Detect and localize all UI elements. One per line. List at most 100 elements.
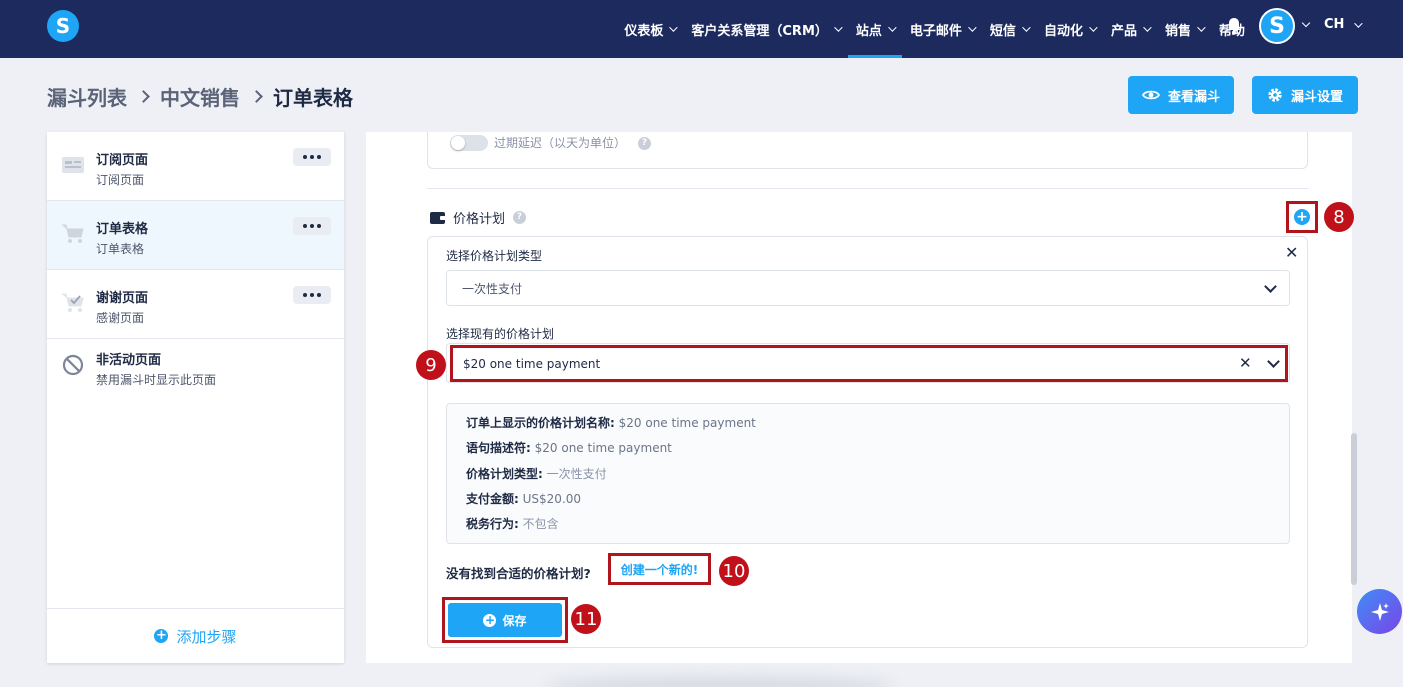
chevron-down-icon	[1264, 280, 1277, 293]
ai-assistant-button[interactable]	[1357, 589, 1402, 634]
top-navbar: S 仪表板 客户关系管理（CRM） 站点 电子邮件 短信 自动化 产品 销售 帮…	[0, 0, 1403, 58]
chevron-down-icon	[1143, 23, 1152, 32]
nav-sms[interactable]: 短信	[982, 0, 1036, 58]
form-page-icon	[62, 157, 84, 173]
nav-dashboard-label: 仪表板	[624, 23, 664, 39]
nav-products[interactable]: 产品	[1103, 0, 1157, 58]
save-label: 保存	[502, 613, 527, 628]
scrollbar-thumb[interactable]	[1351, 433, 1357, 585]
step-badge-11: 11	[571, 604, 601, 634]
eye-icon	[1141, 90, 1160, 100]
step-badge-9: 9	[416, 350, 446, 380]
nav-sites-label: 站点	[855, 23, 882, 39]
step-order-form[interactable]: 订单表格 订单表格	[47, 201, 344, 270]
step-thank-you-page[interactable]: 谢谢页面 感谢页面	[47, 270, 344, 339]
nav-dashboard[interactable]: 仪表板	[616, 0, 683, 58]
chevron-down-icon	[1022, 23, 1031, 32]
step-badge-8: 8	[1324, 202, 1354, 232]
chevron-down-icon[interactable]	[1301, 18, 1311, 28]
nav-automation[interactable]: 自动化	[1036, 0, 1103, 58]
expiry-delay-toggle[interactable]	[450, 135, 488, 151]
clear-icon[interactable]: ✕	[1239, 354, 1252, 372]
save-highlight: + 保存	[442, 597, 568, 643]
create-new-plan-link[interactable]: 创建一个新的!	[608, 553, 711, 585]
price-plan-section-title: 价格计划 ?	[430, 208, 527, 227]
chevron-down-icon	[669, 23, 679, 32]
app-logo[interactable]: S	[47, 10, 79, 42]
nav-sites[interactable]: 站点	[847, 0, 902, 58]
detail-row-tax: 税务行为: 不包含	[466, 517, 559, 532]
funnel-settings-button[interactable]: 漏斗设置	[1252, 76, 1358, 114]
step-title: 非活动页面	[96, 353, 162, 368]
plan-type-select[interactable]: 一次性支付	[446, 270, 1290, 306]
plus-circle-icon: +	[483, 612, 497, 627]
chevron-down-icon	[888, 23, 897, 32]
nav-email[interactable]: 电子邮件	[902, 0, 982, 58]
language-label: CH	[1324, 17, 1345, 32]
expiry-settings-card: 过期延迟（以天为单位） ?	[427, 132, 1308, 169]
user-avatar[interactable]: S	[1259, 8, 1295, 44]
nav-crm-label: 客户关系管理（CRM）	[691, 23, 828, 39]
bell-icon[interactable]	[1226, 17, 1242, 35]
gear-icon	[1268, 88, 1282, 102]
wallet-icon	[430, 211, 446, 224]
breadcrumb-chinese-sales[interactable]: 中文销售	[160, 82, 240, 111]
step-subtitle: 订阅页面	[96, 173, 145, 187]
chevron-down-icon	[834, 23, 843, 32]
sparkle-icon	[1370, 602, 1389, 621]
detail-row-amount: 支付金额: US$20.00	[466, 491, 582, 506]
chevron-down-icon	[1089, 23, 1098, 32]
add-step-label: 添加步骤	[176, 627, 237, 646]
help-icon[interactable]: ?	[638, 137, 651, 150]
more-options-button[interactable]	[293, 217, 331, 235]
breadcrumb-funnel-list[interactable]: 漏斗列表	[47, 82, 127, 111]
view-funnel-button[interactable]: 查看漏斗	[1128, 76, 1234, 114]
chevron-down-icon	[1354, 18, 1364, 28]
close-icon[interactable]: ✕	[1285, 243, 1298, 262]
existing-plan-select[interactable]: $20 one time payment ✕	[450, 345, 1288, 382]
help-icon[interactable]: ?	[513, 211, 527, 224]
bottom-shadow	[545, 676, 895, 687]
step-subtitle: 禁用漏斗时显示此页面	[96, 373, 217, 387]
chevron-down-icon[interactable]	[1267, 355, 1280, 368]
nav-sms-label: 短信	[989, 23, 1016, 39]
existing-plan-value: $20 one time payment	[463, 357, 601, 371]
nav-sales[interactable]: 销售	[1157, 0, 1211, 58]
nav-crm[interactable]: 客户关系管理（CRM）	[683, 0, 848, 58]
more-options-button[interactable]	[293, 286, 331, 304]
chevron-right-icon	[137, 90, 150, 103]
funnel-steps-sidebar: 订阅页面 订阅页面 订单表格 订单表格 谢谢页面 感谢页面 非活动页面 禁用漏斗…	[47, 132, 344, 663]
step-inactive-page[interactable]: 非活动页面 禁用漏斗时显示此页面	[47, 339, 344, 408]
step-badge-10: 10	[719, 556, 749, 586]
add-step-button[interactable]: + 添加步骤	[47, 608, 344, 663]
funnel-settings-label: 漏斗设置	[1290, 89, 1343, 105]
more-options-button[interactable]	[293, 148, 331, 166]
detail-row-descriptor: 语句描述符: $20 one time payment	[466, 441, 672, 456]
breadcrumb: 漏斗列表 中文销售 订单表格	[47, 82, 353, 111]
divider	[427, 188, 1308, 189]
plus-circle-icon: +	[154, 628, 169, 643]
plan-details-box: 订单上显示的价格计划名称: $20 one time payment 语句描述符…	[446, 403, 1290, 544]
step-subscribe-page[interactable]: 订阅页面 订阅页面	[47, 132, 344, 201]
chevron-down-icon	[1197, 23, 1206, 32]
ban-icon	[62, 354, 84, 376]
detail-row-type: 价格计划类型: 一次性支付	[466, 466, 607, 481]
step-subtitle: 感谢页面	[96, 311, 145, 325]
chevron-down-icon	[968, 23, 977, 32]
expiry-delay-label: 过期延迟（以天为单位）	[494, 136, 627, 150]
main-menu: 仪表板 客户关系管理（CRM） 站点 电子邮件 短信 自动化 产品 销售 帮助	[616, 0, 1253, 58]
nav-sales-label: 销售	[1164, 23, 1191, 39]
price-plan-card: ✕ 选择价格计划类型 一次性支付 选择现有的价格计划 $20 one time …	[427, 236, 1308, 648]
chevron-right-icon	[250, 90, 263, 103]
cart-icon	[62, 224, 84, 243]
step-subtitle: 订单表格	[96, 242, 145, 256]
language-switcher[interactable]: CH	[1324, 17, 1364, 32]
plus-circle-icon: +	[1294, 209, 1310, 225]
save-button[interactable]: + 保存	[448, 603, 562, 637]
nav-automation-label: 自动化	[1043, 23, 1083, 39]
view-funnel-label: 查看漏斗	[1167, 89, 1220, 105]
nav-products-label: 产品	[1110, 23, 1137, 39]
add-price-plan-button[interactable]: +	[1286, 201, 1318, 233]
breadcrumb-current: 订单表格	[273, 86, 353, 110]
not-found-text: 没有找到合适的价格计划?	[446, 566, 591, 581]
